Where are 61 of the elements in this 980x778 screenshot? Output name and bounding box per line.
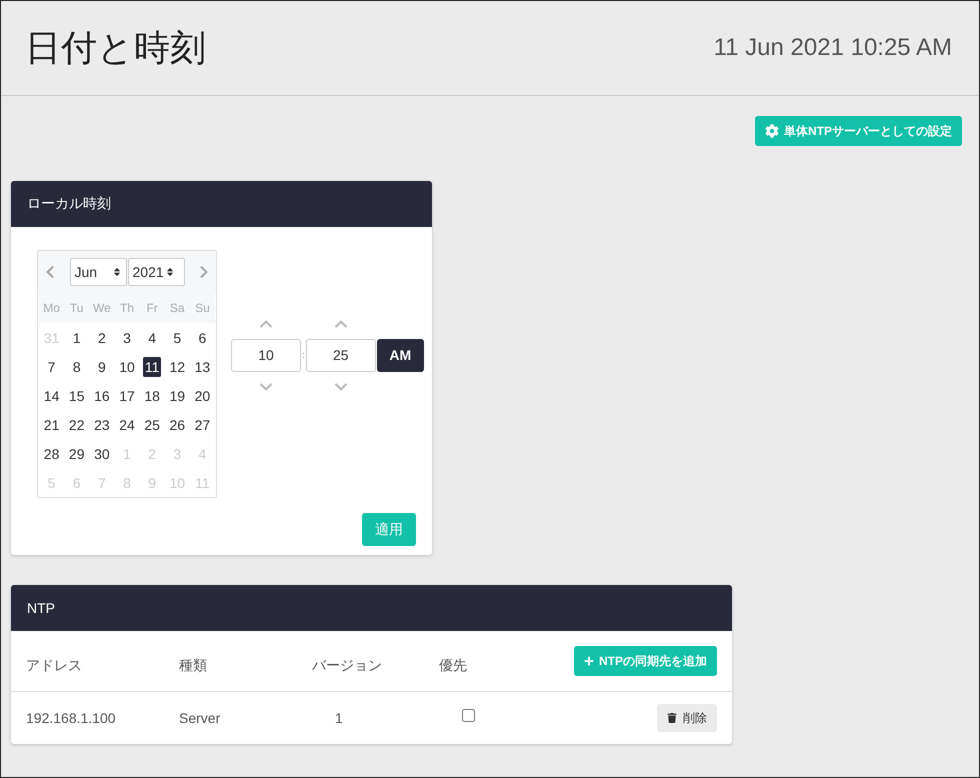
column-header: バージョン [312,657,383,675]
page-title: 日付と時刻 [25,26,206,70]
calendar-day[interactable]: 27 [194,416,210,432]
calendar-day[interactable]: 22 [68,416,84,432]
month-select[interactable]: Jun [70,258,126,286]
calendar-day[interactable]: 25 [144,416,160,432]
calendar-day[interactable]: 14 [44,388,60,404]
trash-icon [667,713,677,723]
preferred-checkbox[interactable] [462,709,475,722]
weekday-label: Tu [64,293,90,323]
calendar-day[interactable]: 19 [169,388,186,404]
sort-icon [164,267,175,277]
table-cell-text: 1 [334,710,344,726]
calendar-day[interactable]: 10 [119,358,135,374]
year-select[interactable]: 2021 [128,258,184,286]
meridiem-toggle[interactable]: AM [376,338,424,372]
calendar-day[interactable]: 17 [119,388,135,404]
calendar-day[interactable]: 12 [169,358,186,374]
weekday-label: We [89,293,114,323]
minute-field[interactable]: 25 [306,338,376,372]
time-separator: : [302,350,305,360]
calendar-day[interactable]: 13 [194,358,210,374]
calendar-day[interactable]: 29 [68,446,84,462]
weekday-label: Fr [140,293,165,323]
delete-button[interactable]: 削除 [657,704,717,732]
calendar-day[interactable]: 21 [44,416,60,432]
weekday-label: Mo [39,293,64,323]
card-header: NTP [11,585,732,631]
calendar-day[interactable]: 28 [44,446,60,462]
selected-day[interactable]: 11 [142,356,162,376]
hour-field[interactable]: 10 [231,338,301,372]
calendar-day[interactable]: 16 [94,388,110,404]
calendar-day[interactable]: 15 [68,388,84,404]
column-header: 優先 [439,657,468,675]
calendar-day[interactable]: 6 [198,330,206,346]
calendar-day[interactable]: 18 [144,388,160,404]
calendar-day[interactable]: 20 [194,388,210,404]
calendar-day[interactable]: 30 [94,446,110,462]
current-datetime: 11 Jun 2021 10:25 AM [714,34,952,62]
weekday-label: Th [114,293,140,323]
calendar-day[interactable]: 5 [173,330,182,346]
calendar-day[interactable]: 9 [98,358,106,374]
card-header: ローカル時刻 [11,181,432,227]
calendar-day[interactable]: 1 [72,330,81,346]
calendar-day[interactable]: 8 [72,358,81,374]
table-cell-text: Server [179,710,222,726]
calendar-day[interactable]: 2 [98,330,106,346]
calendar-day[interactable]: 4 [148,330,156,346]
sort-icon [112,267,122,277]
calendar-day[interactable]: 3 [123,330,131,346]
calendar-day[interactable]: 7 [48,358,56,374]
calendar-day[interactable]: 26 [169,416,186,432]
column-header: 種類 [179,657,208,675]
weekday-label: Sa [164,293,190,323]
calendar-day[interactable]: 24 [119,416,135,432]
column-header: アドレス [26,657,83,675]
table-cell-text: 192.168.1.100 [26,710,117,726]
weekday-label: Su [190,293,215,323]
plus-icon [584,656,594,666]
gear-icon [765,124,779,138]
calendar-day[interactable]: 23 [94,416,110,432]
